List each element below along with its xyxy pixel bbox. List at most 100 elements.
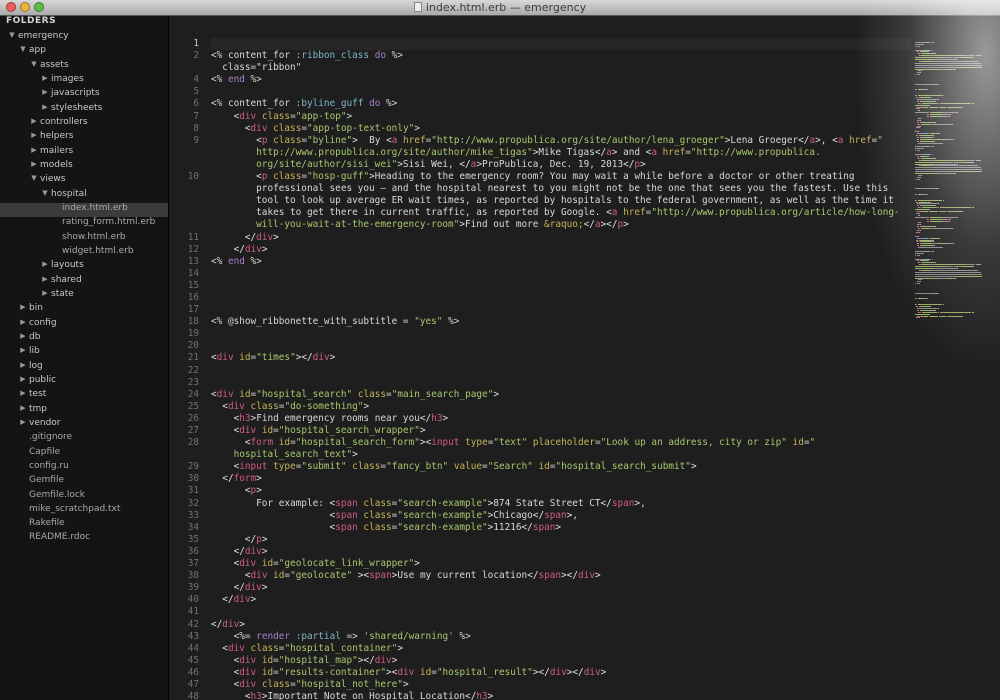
disclosure-closed-icon[interactable]: ▶: [18, 332, 28, 340]
code-line[interactable]: <% @show_ribbonette_with_subtitle = "yes…: [211, 316, 911, 328]
tree-folder[interactable]: ▶ images: [0, 74, 168, 88]
disclosure-closed-icon[interactable]: ▶: [40, 88, 50, 96]
code-editor[interactable]: 1 2 4 5 6 7 8 9 10 11 12 13 14 15 16 17 18 19 20 21 22 23 24 25…: [169, 16, 1000, 700]
tree-folder[interactable]: ▼ hospital: [0, 189, 168, 203]
code-line[interactable]: <h3>Find emergency rooms near you</h3>: [211, 413, 911, 425]
code-line[interactable]: [211, 365, 911, 377]
tree-file[interactable]: rating_form.html.erb: [0, 217, 168, 231]
disclosure-closed-icon[interactable]: ▶: [29, 160, 39, 168]
code-line[interactable]: [211, 268, 911, 280]
tree-file[interactable]: Capfile: [0, 447, 168, 461]
code-line[interactable]: <p>: [211, 485, 911, 497]
code-line[interactable]: http://www.propublica.org/site/author/mi…: [211, 147, 911, 159]
code-line[interactable]: For example: <span class="search-example…: [211, 498, 911, 510]
code-line[interactable]: </form>: [211, 473, 911, 485]
code-line[interactable]: <div id="geolocate_link_wrapper">: [211, 558, 911, 570]
minimap[interactable]: [915, 40, 985, 320]
code-line[interactable]: professional sees you — and the hospital…: [211, 183, 911, 195]
code-line[interactable]: [211, 377, 911, 389]
code-line[interactable]: <div id="geolocate" ><span>Use my curren…: [211, 570, 911, 582]
code-line[interactable]: takes to get there in current traffic, a…: [211, 207, 911, 219]
disclosure-closed-icon[interactable]: ▶: [40, 74, 50, 82]
code-line[interactable]: [211, 38, 911, 51]
disclosure-closed-icon[interactable]: ▶: [29, 131, 39, 139]
code-line[interactable]: </div>: [211, 546, 911, 558]
tree-folder[interactable]: ▶ public: [0, 375, 168, 389]
code-line[interactable]: <div id="hospital_search" class="main_se…: [211, 389, 911, 401]
code-line[interactable]: <div id="hospital_search_wrapper">: [211, 425, 911, 437]
code-area[interactable]: <% content_for :ribbon_class do %> class…: [211, 38, 911, 700]
disclosure-open-icon[interactable]: ▼: [18, 45, 28, 53]
code-line[interactable]: <%= render :partial => 'shared/warning' …: [211, 631, 911, 643]
disclosure-closed-icon[interactable]: ▶: [40, 289, 50, 297]
tree-file[interactable]: Gemfile: [0, 475, 168, 489]
code-line[interactable]: <div class="app-top">: [211, 111, 911, 123]
tree-file[interactable]: Rakefile: [0, 518, 168, 532]
code-line[interactable]: <div class="hospital_not_here">: [211, 679, 911, 691]
code-line[interactable]: <div class="do-something">: [211, 401, 911, 413]
disclosure-open-icon[interactable]: ▼: [40, 189, 50, 197]
disclosure-closed-icon[interactable]: ▶: [18, 389, 28, 397]
tree-folder[interactable]: ▶ vendor: [0, 418, 168, 432]
code-line[interactable]: </div>: [211, 594, 911, 606]
tree-file[interactable]: README.rdoc: [0, 532, 168, 546]
code-line[interactable]: hospital_search_text">: [211, 449, 911, 461]
tree-folder[interactable]: ▶ bin: [0, 303, 168, 317]
code-line[interactable]: </div>: [211, 619, 911, 631]
code-line[interactable]: <span class="search-example">11216</span…: [211, 522, 911, 534]
code-line[interactable]: [211, 328, 911, 340]
tree-folder[interactable]: ▼ emergency: [0, 31, 168, 45]
code-line[interactable]: <div id="hospital_map"></div>: [211, 655, 911, 667]
disclosure-closed-icon[interactable]: ▶: [18, 303, 28, 311]
code-line[interactable]: [211, 86, 911, 98]
tree-folder[interactable]: ▶ test: [0, 389, 168, 403]
tree-folder[interactable]: ▶ db: [0, 332, 168, 346]
code-line[interactable]: </div>: [211, 244, 911, 256]
code-line[interactable]: org/site/author/sisi_wei">Sisi Wei, </a>…: [211, 159, 911, 171]
code-line[interactable]: <div class="hospital_container">: [211, 643, 911, 655]
code-line[interactable]: <div id="results-container"><div id="hos…: [211, 667, 911, 679]
code-line[interactable]: will-you-wait-at-the-emergency-room">Fin…: [211, 219, 911, 231]
code-line[interactable]: <div class="app-top-text-only">: [211, 123, 911, 135]
disclosure-open-icon[interactable]: ▼: [29, 174, 39, 182]
code-line[interactable]: <% content_for :byline_guff do %>: [211, 98, 911, 110]
code-line[interactable]: <div id="times"></div>: [211, 352, 911, 364]
code-line[interactable]: [211, 292, 911, 304]
tree-file[interactable]: config.ru: [0, 461, 168, 475]
tree-folder[interactable]: ▶ mailers: [0, 146, 168, 160]
disclosure-open-icon[interactable]: ▼: [7, 31, 17, 39]
tree-file[interactable]: index.html.erb: [0, 202, 168, 218]
tree-folder[interactable]: ▼ app: [0, 45, 168, 59]
code-line[interactable]: [211, 606, 911, 618]
tree-folder[interactable]: ▶ layouts: [0, 260, 168, 274]
tree-folder[interactable]: ▶ javascripts: [0, 88, 168, 102]
disclosure-closed-icon[interactable]: ▶: [18, 346, 28, 354]
tree-file[interactable]: show.html.erb: [0, 232, 168, 246]
disclosure-closed-icon[interactable]: ▶: [18, 404, 28, 412]
tree-file[interactable]: mike_scratchpad.txt: [0, 504, 168, 518]
code-line[interactable]: <input type="submit" class="fancy_btn" v…: [211, 461, 911, 473]
tree-folder[interactable]: ▶ shared: [0, 275, 168, 289]
code-line[interactable]: </div>: [211, 232, 911, 244]
tree-file[interactable]: widget.html.erb: [0, 246, 168, 260]
tree-folder[interactable]: ▼ views: [0, 174, 168, 188]
code-line[interactable]: <span class="search-example">Chicago</sp…: [211, 510, 911, 522]
code-line[interactable]: <% content_for :ribbon_class do %>: [211, 50, 911, 62]
tree-folder[interactable]: ▶ controllers: [0, 117, 168, 131]
code-line[interactable]: class="ribbon": [211, 62, 911, 74]
code-line[interactable]: [211, 304, 911, 316]
tree-folder[interactable]: ▼ assets: [0, 60, 168, 74]
disclosure-closed-icon[interactable]: ▶: [18, 418, 28, 426]
tree-folder[interactable]: ▶ models: [0, 160, 168, 174]
tree-file[interactable]: .gitignore: [0, 432, 168, 446]
tree-file[interactable]: Gemfile.lock: [0, 490, 168, 504]
code-line[interactable]: tool to look up average ER wait times, a…: [211, 195, 911, 207]
disclosure-closed-icon[interactable]: ▶: [40, 103, 50, 111]
disclosure-closed-icon[interactable]: ▶: [40, 275, 50, 283]
tree-folder[interactable]: ▶ tmp: [0, 404, 168, 418]
code-line[interactable]: </p>: [211, 534, 911, 546]
disclosure-closed-icon[interactable]: ▶: [29, 117, 39, 125]
tree-folder[interactable]: ▶ log: [0, 361, 168, 375]
code-line[interactable]: <p class="hosp-guff">Heading to the emer…: [211, 171, 911, 183]
code-line[interactable]: <% end %>: [211, 256, 911, 268]
